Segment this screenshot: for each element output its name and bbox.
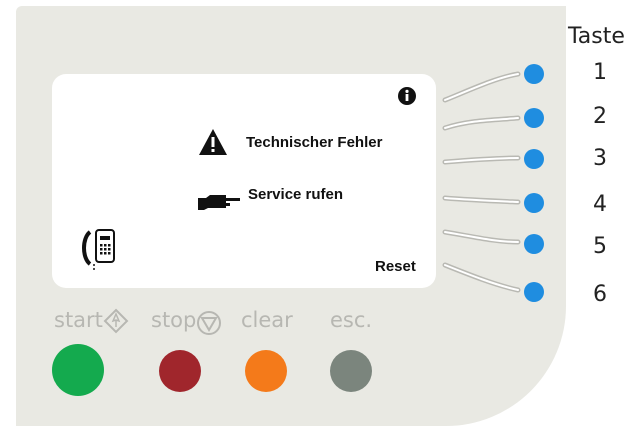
error-message: Technischer Fehler — [246, 134, 383, 151]
softkey-1[interactable] — [524, 64, 544, 84]
key-number-1: 1 — [593, 60, 607, 85]
key-number-6: 6 — [593, 282, 607, 307]
softkey-6[interactable] — [524, 282, 544, 302]
key-number-2: 2 — [593, 104, 607, 129]
esc-button[interactable] — [330, 350, 372, 392]
key-number-3: 3 — [593, 146, 607, 171]
key-number-5: 5 — [593, 234, 607, 259]
softkey-2[interactable] — [524, 108, 544, 128]
reset-label: Reset — [375, 258, 416, 275]
stop-button[interactable] — [159, 350, 201, 392]
keys-title: Taste — [568, 24, 625, 49]
softkey-5[interactable] — [524, 234, 544, 254]
clear-button[interactable] — [245, 350, 287, 392]
key-number-4: 4 — [593, 192, 607, 217]
circle-stop-icon — [197, 311, 221, 335]
clear-label: clear — [241, 308, 293, 332]
info-icon — [398, 87, 416, 105]
key-leader-lines — [442, 71, 521, 293]
action-message: Service rufen — [248, 186, 344, 203]
softkey-4[interactable] — [524, 193, 544, 213]
esc-label: esc. — [330, 308, 373, 332]
start-button[interactable] — [52, 344, 104, 396]
warning-triangle-icon — [199, 129, 227, 155]
softkey-3[interactable] — [524, 149, 544, 169]
diamond-start-icon — [103, 308, 129, 334]
pointing-hand-icon — [198, 195, 240, 210]
stop-label: stop — [151, 308, 197, 332]
phone-icon — [82, 229, 115, 272]
start-label: start — [54, 308, 103, 332]
